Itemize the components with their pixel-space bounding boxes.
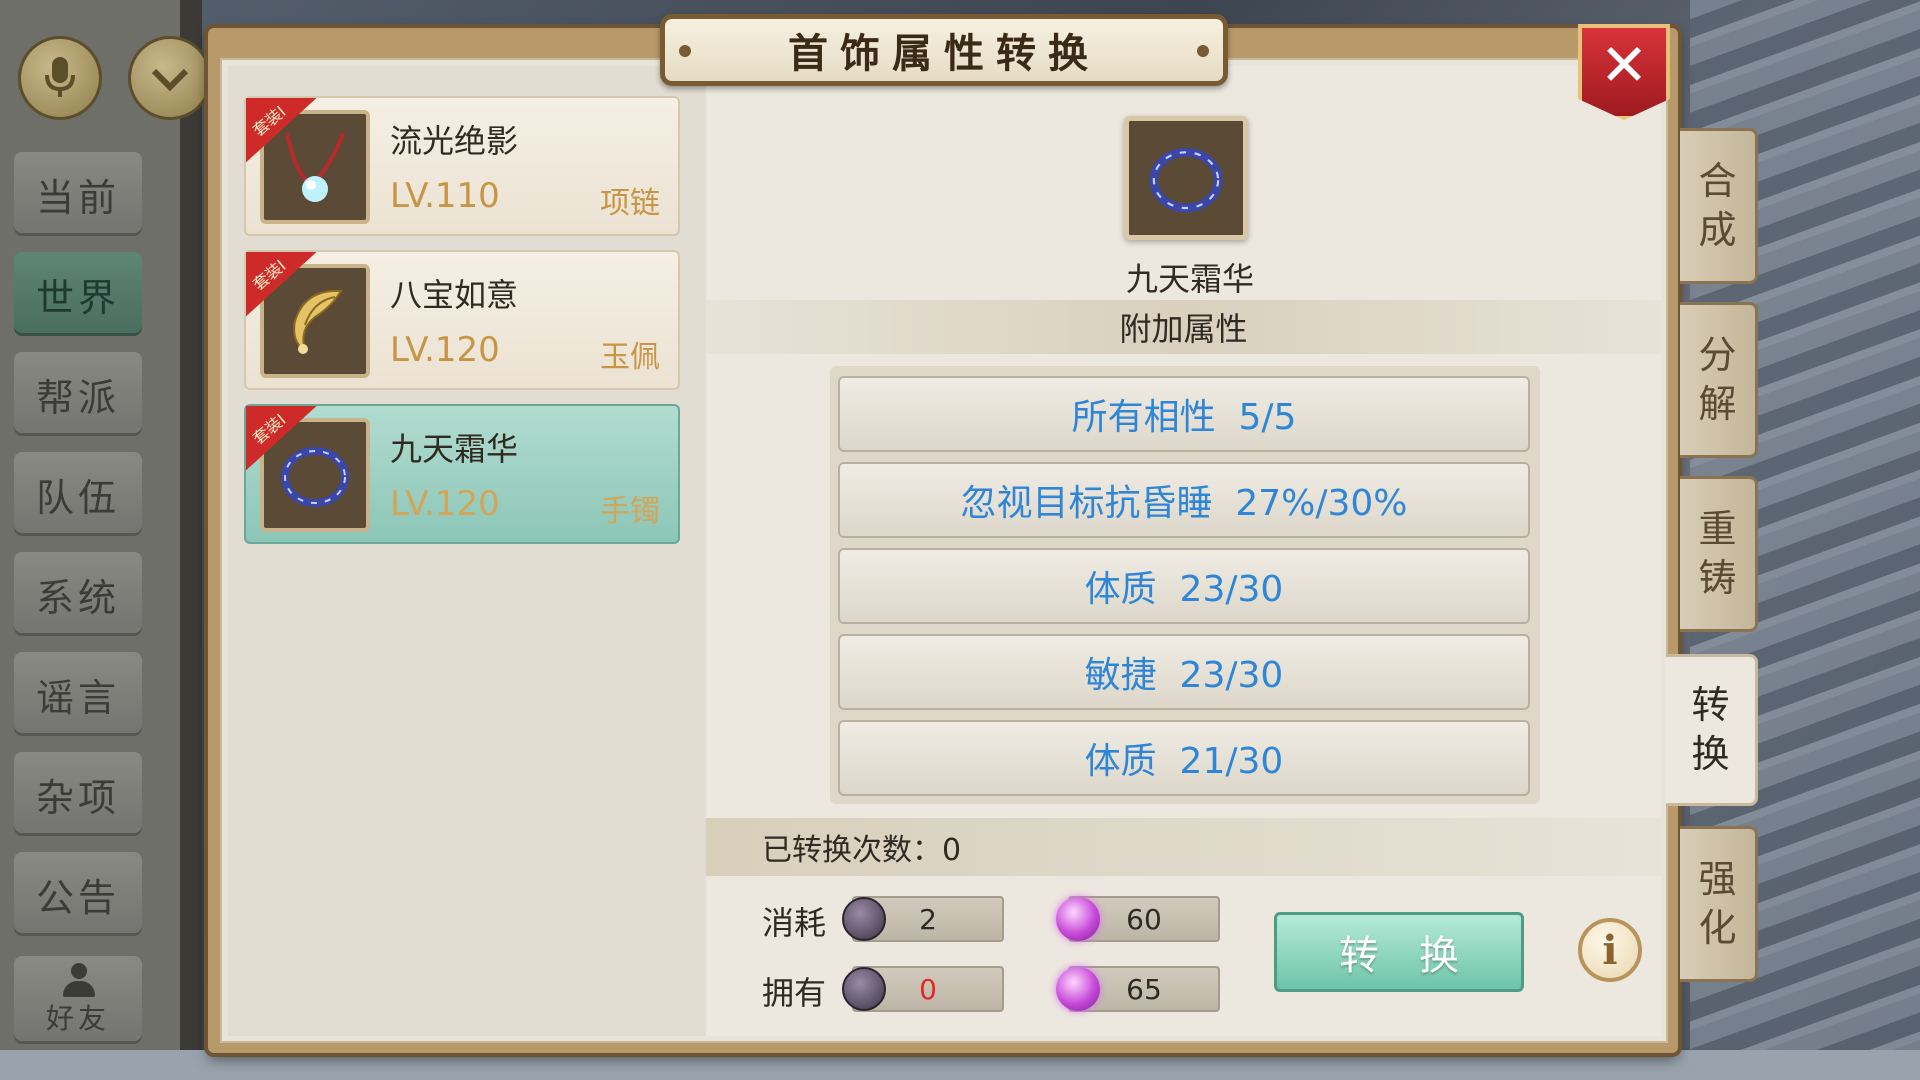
item-name: 八宝如意 — [390, 276, 519, 314]
chat-tab-label: 谣言 — [35, 675, 120, 720]
orb-icon — [1056, 897, 1100, 941]
mic-icon — [43, 55, 77, 101]
chat-tab-label: 队伍 — [35, 475, 120, 520]
chat-tab-team[interactable]: 队伍 — [14, 452, 142, 536]
friends-label: 好友 — [45, 1002, 110, 1035]
item-card-necklace[interactable]: 套装I 流光绝影 LV.110 项链 — [244, 96, 680, 236]
convert-count: 已转换次数：0 — [762, 833, 962, 868]
item-level: LV.120 — [390, 330, 500, 370]
side-tab-label: 重 铸 — [1698, 506, 1737, 600]
item-level: LV.110 — [390, 176, 500, 216]
attribute-text: 所有相性 5/5 — [1071, 397, 1297, 438]
attribute-row[interactable]: 体质 23/30 — [838, 548, 1530, 624]
attributes-header: 附加属性 — [706, 300, 1661, 354]
bracelet-icon — [273, 433, 357, 517]
item-name: 九天霜华 — [390, 430, 519, 468]
tab-enhance[interactable]: 强 化 — [1680, 826, 1758, 982]
side-tab-label: 转 换 — [1691, 682, 1730, 776]
tab-decompose[interactable]: 分 解 — [1680, 302, 1758, 458]
chat-tab-label: 世界 — [35, 275, 120, 320]
title-ornament — [1197, 45, 1209, 57]
side-tab-label: 分 解 — [1698, 332, 1737, 426]
tab-reforge[interactable]: 重 铸 — [1680, 476, 1758, 632]
person-icon — [63, 963, 95, 997]
attributes-header-label: 附加属性 — [1119, 310, 1248, 348]
chat-tab-world[interactable]: 世界 — [14, 252, 142, 336]
side-tab-label: 强 化 — [1698, 856, 1737, 950]
chat-tab-rumor[interactable]: 谣言 — [14, 652, 142, 736]
item-type: 玉佩 — [600, 340, 660, 375]
item-level: LV.120 — [390, 484, 500, 524]
attribute-text: 体质 21/30 — [1084, 741, 1284, 782]
attribute-text: 敏捷 23/30 — [1084, 655, 1284, 696]
check-icon — [150, 63, 190, 93]
necklace-icon — [275, 127, 355, 207]
attribute-row[interactable]: 所有相性 5/5 — [838, 376, 1530, 452]
ground-background — [0, 1050, 1920, 1080]
item-type: 手镯 — [600, 494, 660, 529]
tab-convert[interactable]: 转 换 — [1666, 654, 1758, 806]
attribute-text: 体质 23/30 — [1084, 569, 1284, 610]
attribute-row[interactable]: 忽视目标抗昏睡 27%/30% — [838, 462, 1530, 538]
jade-pendant-icon — [275, 281, 355, 361]
dialog-title-plate: 首饰属性转换 — [660, 14, 1228, 86]
convert-count-bar: 已转换次数：0 — [706, 818, 1661, 876]
chat-tab-label: 帮派 — [35, 375, 120, 420]
expand-button[interactable] — [128, 36, 212, 120]
chat-tab-label: 当前 — [35, 175, 120, 220]
item-card-bracelet[interactable]: 套装I 九天霜华 LV.120 手镯 — [244, 404, 680, 544]
selected-item-slot — [1124, 116, 1248, 240]
chat-log-strip — [180, 0, 202, 1050]
chat-tab-misc[interactable]: 杂项 — [14, 752, 142, 836]
mic-button[interactable] — [18, 36, 102, 120]
stone-icon — [842, 967, 886, 1011]
friends-button[interactable]: 好友 — [14, 956, 142, 1044]
attribute-row[interactable]: 体质 21/30 — [838, 720, 1530, 796]
item-type: 项链 — [600, 186, 660, 221]
attribute-text: 忽视目标抗昏睡 27%/30% — [960, 483, 1408, 524]
consume-label: 消耗 — [762, 904, 827, 942]
item-card-jade-pendant[interactable]: 套装I 八宝如意 LV.120 玉佩 — [244, 250, 680, 390]
side-tab-label: 合 成 — [1698, 158, 1737, 252]
attribute-row[interactable]: 敏捷 23/30 — [838, 634, 1530, 710]
chat-tab-announcement[interactable]: 公告 — [14, 852, 142, 936]
selected-item-name: 九天霜华 — [1125, 260, 1254, 298]
chat-tab-label: 系统 — [35, 575, 120, 620]
own-label: 拥有 — [762, 974, 827, 1012]
title-ornament — [679, 45, 691, 57]
chat-tab-current[interactable]: 当前 — [14, 152, 142, 236]
tab-synthesize[interactable]: 合 成 — [1680, 128, 1758, 284]
item-name: 流光绝影 — [390, 122, 519, 160]
close-icon: ✕ — [1599, 31, 1649, 99]
chat-tab-label: 公告 — [35, 875, 120, 920]
info-button[interactable]: i — [1578, 918, 1642, 982]
bracelet-icon — [1141, 133, 1231, 223]
convert-button-label: 转换 — [1339, 933, 1499, 979]
convert-button[interactable]: 转换 — [1274, 912, 1524, 992]
chat-tab-system[interactable]: 系统 — [14, 552, 142, 636]
info-icon: i — [1602, 926, 1618, 974]
stone-icon — [842, 897, 886, 941]
orb-icon — [1056, 967, 1100, 1011]
chat-tab-label: 杂项 — [35, 775, 120, 820]
dialog-title: 首饰属性转换 — [788, 31, 1100, 77]
chat-tab-guild[interactable]: 帮派 — [14, 352, 142, 436]
